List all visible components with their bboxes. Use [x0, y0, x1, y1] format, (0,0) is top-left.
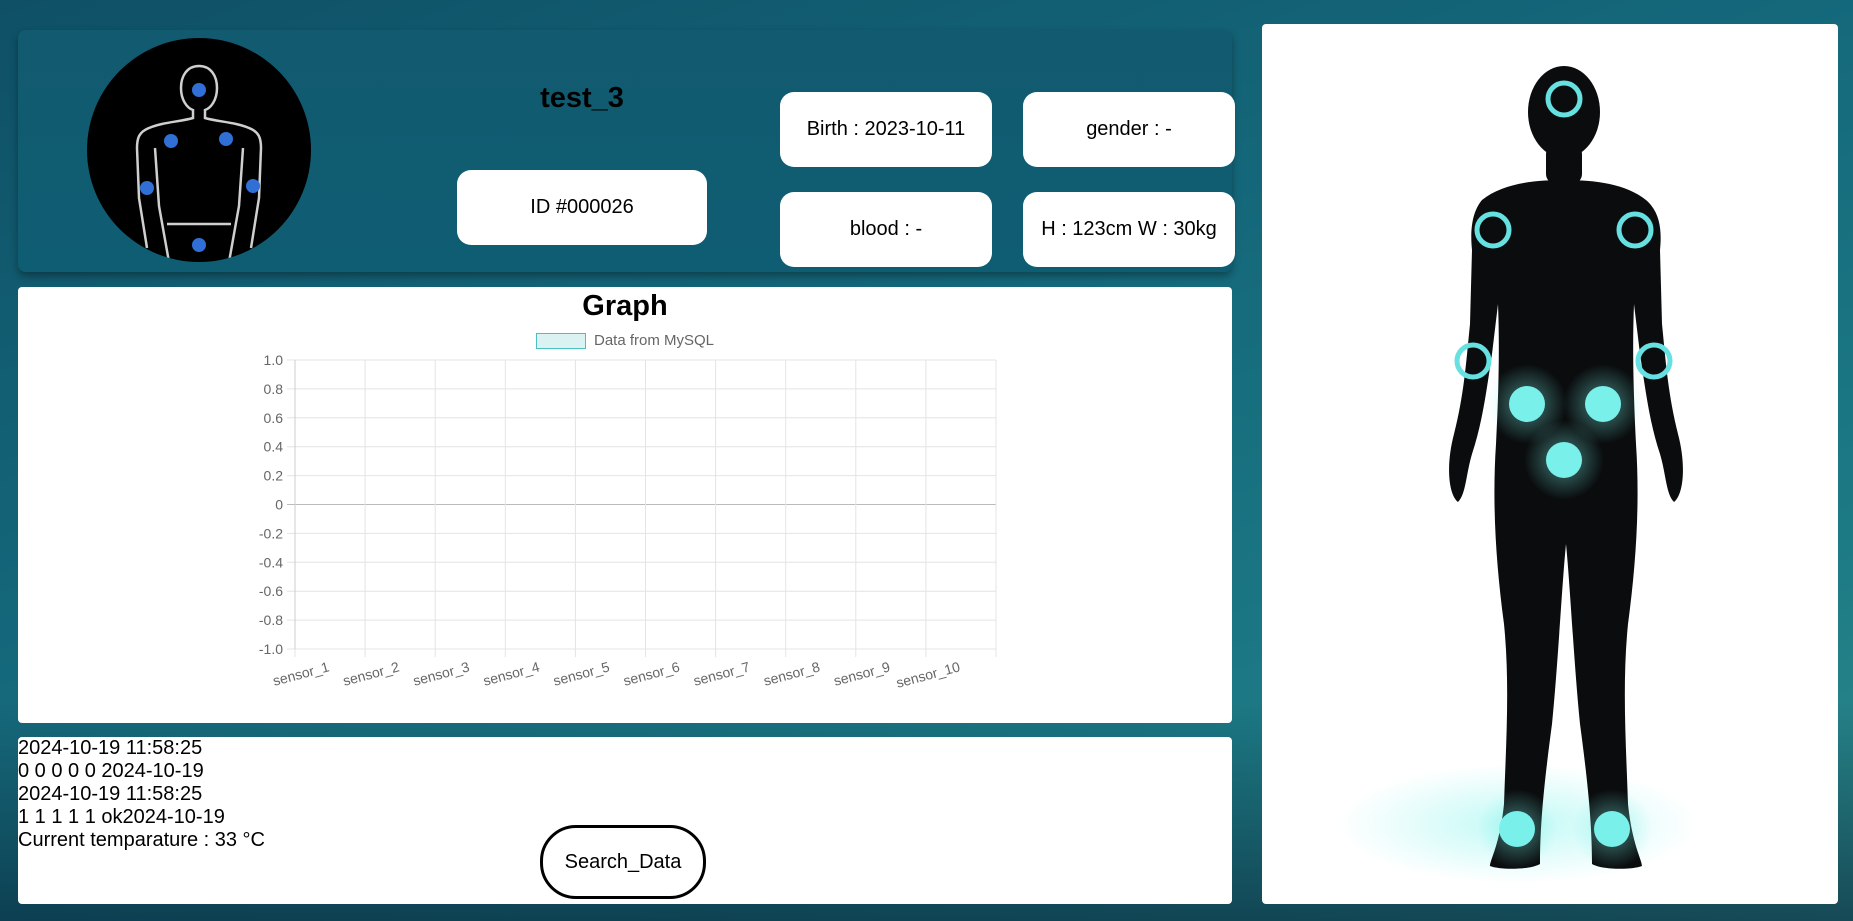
y-tick-label: -0.4 — [259, 554, 283, 570]
x-tick-label: sensor_10 — [894, 658, 961, 690]
birth-date-badge: Birth : 2023-10-11 — [780, 92, 992, 167]
log-line: 2024-10-19 11:58:25 — [18, 783, 203, 805]
right-foot-sensor-dot[interactable] — [1594, 811, 1630, 847]
log-line: 2024-10-19 11:58:25 — [18, 737, 203, 759]
gender-badge: gender : - — [1023, 92, 1235, 167]
patient-name: test_3 — [540, 82, 624, 114]
left-foot-sensor-dot[interactable] — [1499, 811, 1535, 847]
x-tick-label: sensor_7 — [692, 658, 752, 688]
y-tick-label: -0.2 — [259, 525, 283, 541]
y-tick-label: 0.2 — [264, 468, 284, 484]
x-tick-label: sensor_3 — [411, 658, 471, 688]
x-tick-label: sensor_2 — [341, 658, 401, 688]
y-tick-label: 0 — [275, 497, 283, 513]
y-tick-label: 0.8 — [264, 381, 284, 397]
temperature-readout: Current temparature : 33 °C — [18, 829, 265, 851]
log-line: 0 0 0 0 0 2024-10-19 — [18, 760, 204, 782]
left-hip-sensor-dot[interactable] — [1509, 386, 1545, 422]
x-tick-label: sensor_9 — [832, 658, 892, 688]
x-tick-label: sensor_4 — [481, 658, 541, 688]
x-tick-label: sensor_5 — [551, 658, 611, 688]
avatar — [87, 38, 311, 262]
height-weight-badge: H : 123cm W : 30kg — [1023, 192, 1235, 267]
sensor-chart: 1.00.80.60.40.20-0.2-0.4-0.6-0.8-1.0sens… — [259, 352, 997, 691]
y-tick-label: -0.8 — [259, 612, 283, 628]
y-tick-label: 0.4 — [264, 439, 284, 455]
y-tick-label: 0.6 — [264, 410, 284, 426]
data-log-panel: 2024-10-19 11:58:25 0 0 0 0 0 2024-10-19… — [18, 737, 1232, 904]
x-tick-label: sensor_8 — [762, 658, 822, 688]
x-tick-label: sensor_6 — [622, 658, 682, 688]
patient-header: test_3 ID #000026 Birth : 2023-10-11 gen… — [18, 30, 1235, 272]
y-tick-label: -1.0 — [259, 641, 283, 657]
body-sensor-avatar-icon — [135, 64, 263, 262]
log-line: 1 1 1 1 1 ok2024-10-19 — [18, 806, 225, 828]
pelvis-sensor-dot[interactable] — [1546, 442, 1582, 478]
human-body-figure — [1338, 66, 1698, 884]
patient-id-badge: ID #000026 — [457, 170, 707, 245]
right-hip-sensor-dot[interactable] — [1585, 386, 1621, 422]
y-tick-label: -0.6 — [259, 583, 283, 599]
x-tick-label: sensor_1 — [271, 658, 331, 688]
blood-type-badge: blood : - — [780, 192, 992, 267]
search-data-button[interactable]: Search_Data — [540, 825, 706, 899]
data-log: 2024-10-19 11:58:25 0 0 0 0 0 2024-10-19… — [18, 737, 265, 852]
body-map-panel — [1262, 24, 1838, 904]
y-tick-label: 1.0 — [264, 352, 284, 368]
graph-panel: Graph Data from MySQL 1.0 0.8 0.6 0.4 0.2 0 -0… — [18, 287, 1232, 723]
